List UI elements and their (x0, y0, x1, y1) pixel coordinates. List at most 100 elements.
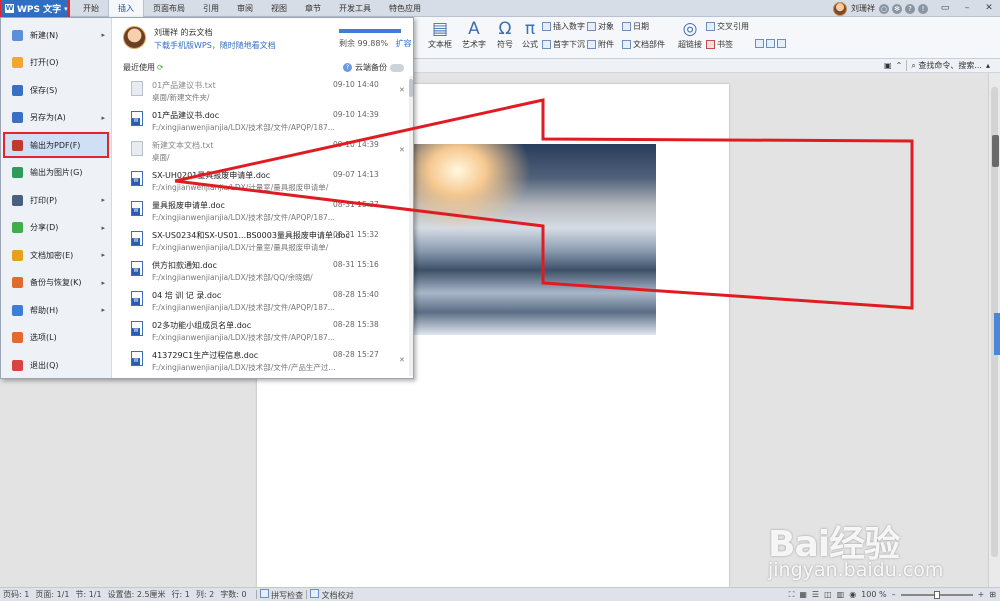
textbox-button[interactable]: ▤ 文本框 (428, 19, 452, 50)
formula-button[interactable]: π 公式 (522, 19, 538, 50)
message-icon[interactable]: ▣ (884, 61, 892, 70)
skin-icon[interactable]: ○ (879, 3, 889, 14)
attachment-button[interactable]: 附件 (587, 39, 614, 50)
checkbox-icon[interactable] (766, 39, 775, 48)
cross-ref-button[interactable]: 交叉引用 (706, 21, 749, 32)
reading-view-icon[interactable]: ▥ (837, 590, 845, 599)
wps-menu-button[interactable]: W WPS 文字 ▾ (0, 0, 70, 19)
file-menu-item[interactable]: 备份与恢复(K) ▸ (3, 270, 109, 296)
recent-file-item[interactable]: 01产品建议书.txt 桌面/新建文件夹/09-10 14:40 ✕ (113, 76, 409, 106)
side-panel-tab[interactable] (994, 313, 1000, 355)
page-view-icon[interactable]: ▦ (799, 590, 807, 599)
form-icon[interactable] (755, 39, 764, 48)
recent-file-item[interactable]: 413729C1生产过程信息.doc F:/xingjianwenjianjia/… (113, 346, 409, 376)
recent-file-item[interactable]: 04 培 训 记 录.doc F:/xingjianwenjianjia/LDX/… (113, 286, 409, 316)
help-icon[interactable]: ? (343, 63, 352, 72)
lock-icon[interactable] (777, 39, 786, 48)
command-search[interactable]: ⌕ 查找命令、搜索... (906, 60, 982, 71)
fullscreen-icon[interactable]: ⛶ (789, 590, 795, 600)
fit-width-icon[interactable]: ⊞ (989, 590, 996, 599)
inserted-snow-photo[interactable] (414, 144, 656, 335)
file-menu-item[interactable]: 文档加密(E) ▸ (3, 242, 109, 268)
chevron-up-icon[interactable]: ⌃ (896, 61, 903, 70)
object-button[interactable]: 对象 (587, 21, 614, 32)
zoom-in-icon[interactable]: + (978, 590, 985, 599)
web-view-icon[interactable]: ◫ (824, 590, 832, 599)
cloud-backup-toggle[interactable]: ? 云端备份 (343, 62, 404, 73)
recent-file-item[interactable]: 02多功能小组成员名单.doc F:/xingjianwenjianjia/LDX… (113, 316, 409, 346)
avatar[interactable] (123, 26, 146, 49)
mobile-download-link[interactable]: 下载手机版WPS，随时随地看文档 (154, 40, 276, 51)
file-menu-item[interactable]: 保存(S) (3, 77, 109, 103)
hyperlink-button[interactable]: ◎ 超链接 (678, 19, 702, 50)
close-icon[interactable]: ✕ (978, 0, 1000, 17)
cloud-docs-title[interactable]: 刘珊祥 的云文档 (154, 27, 213, 38)
tab-1[interactable]: 插入 (108, 0, 144, 17)
restore-window-icon[interactable]: ▭ (934, 0, 956, 17)
recent-list-scrollbar[interactable] (409, 76, 413, 376)
file-menu-item[interactable]: 选项(L) (3, 325, 109, 351)
file-menu-item[interactable]: 另存为(A) ▸ (3, 105, 109, 131)
file-menu-item[interactable]: 帮助(H) ▸ (3, 297, 109, 323)
file-menu-item[interactable]: 分享(D) ▸ (3, 215, 109, 241)
file-menu-item[interactable]: 输出为图片(G) (3, 160, 109, 186)
recent-file-item[interactable]: 01产品建议书.doc F:/xingjianwenjianjia/LDX/技术部… (113, 106, 409, 136)
zoom-slider-knob[interactable] (933, 590, 940, 599)
tab-4[interactable]: 审阅 (228, 0, 262, 17)
cloud-quota: 剩余 99.88% 扩容 (339, 38, 412, 49)
dropcap-button[interactable]: 首字下沉 (542, 39, 585, 50)
file-name: 02多功能小组成员名单.doc (152, 321, 252, 330)
user-name[interactable]: 刘珊祥 (851, 3, 875, 14)
insert-number-button[interactable]: 插入数字 (542, 21, 585, 32)
zoom-slider[interactable] (900, 590, 973, 599)
file-menu-item[interactable]: 新建(N) ▸ (3, 22, 109, 48)
zoom-level[interactable]: 100 % (861, 590, 886, 599)
remove-recent-icon[interactable]: ✕ (399, 356, 405, 364)
minimize-icon[interactable]: – (956, 0, 978, 17)
recent-file-item[interactable]: 供方扣款通知.doc F:/xingjianwenjianjia/LDX/技术部/… (113, 256, 409, 286)
file-menu-item[interactable]: 打印(P) ▸ (3, 187, 109, 213)
recent-file-item[interactable]: SX-US0234和SX-US01...BS0003量具报废申请单.doc F:/… (113, 226, 409, 256)
eye-protect-icon[interactable]: ◉ (849, 590, 856, 599)
tab-6[interactable]: 章节 (296, 0, 330, 17)
file-path: F:/xingjianwenjianjia/LDX/技术部/文件/APQP/18… (152, 213, 335, 222)
cloud-backup-switch[interactable] (390, 63, 404, 72)
tab-7[interactable]: 开发工具 (330, 0, 380, 17)
remove-recent-icon[interactable]: ✕ (399, 146, 405, 154)
formula-label: 公式 (522, 40, 538, 49)
wordart-button[interactable]: A 艺术字 (462, 19, 486, 50)
doc-parts-button[interactable]: 文档部件 (622, 39, 665, 50)
symbol-button[interactable]: Ω 符号 (497, 19, 513, 50)
user-area[interactable]: 刘珊祥 ○ ✻ ? ! (833, 0, 928, 17)
recent-file-item[interactable]: SX-UH0201量具报废申请单.doc F:/xingjianwenjianji… (113, 166, 409, 196)
file-menu-item[interactable]: 打开(O) (3, 50, 109, 76)
tab-8[interactable]: 特色应用 (380, 0, 430, 17)
avatar[interactable] (833, 1, 847, 16)
proofread-toggle[interactable]: 文档校对 (310, 588, 354, 601)
file-menu-item[interactable]: 输出为PDF(F) (3, 132, 109, 158)
expand-storage-link[interactable]: 扩容 (396, 39, 412, 48)
zoom-out-icon[interactable]: – (892, 590, 896, 599)
insert-number-label: 插入数字 (553, 22, 585, 31)
date-button[interactable]: 日期 (622, 21, 649, 32)
quick-tools: ▣ ⌃ ⌕ 查找命令、搜索... ▴ (884, 60, 990, 71)
help-circle-icon[interactable]: ? (905, 3, 915, 14)
outline-view-icon[interactable]: ☰ (812, 590, 819, 599)
remove-recent-icon[interactable]: ✕ (399, 86, 405, 94)
recent-file-item[interactable]: 量具报废申请单.doc F:/xingjianwenjianjia/LDX/技术部… (113, 196, 409, 226)
settings-icon[interactable]: ✻ (892, 3, 902, 14)
scrollbar-thumb[interactable] (409, 79, 413, 97)
file-menu-item[interactable]: 退出(Q) (3, 352, 109, 378)
bookmark-button[interactable]: 书签 (706, 39, 733, 50)
tab-0[interactable]: 开始 (74, 0, 108, 17)
tab-5[interactable]: 视图 (262, 0, 296, 17)
side-panel-handle[interactable] (992, 135, 999, 167)
cloud-header: 刘珊祥 的云文档 下载手机版WPS，随时随地看文档 剩余 99.88% 扩容 (113, 18, 413, 58)
tab-3[interactable]: 引用 (194, 0, 228, 17)
recent-file-item[interactable]: 新建文本文档.txt 桌面/09-10 14:39 ✕ (113, 136, 409, 166)
spellcheck-toggle[interactable]: 拼写检查 (259, 588, 303, 601)
feedback-icon[interactable]: ! (918, 3, 928, 14)
tab-2[interactable]: 页面布局 (144, 0, 194, 17)
collapse-ribbon-icon[interactable]: ▴ (986, 61, 990, 70)
refresh-icon[interactable]: ⟳ (157, 63, 164, 72)
